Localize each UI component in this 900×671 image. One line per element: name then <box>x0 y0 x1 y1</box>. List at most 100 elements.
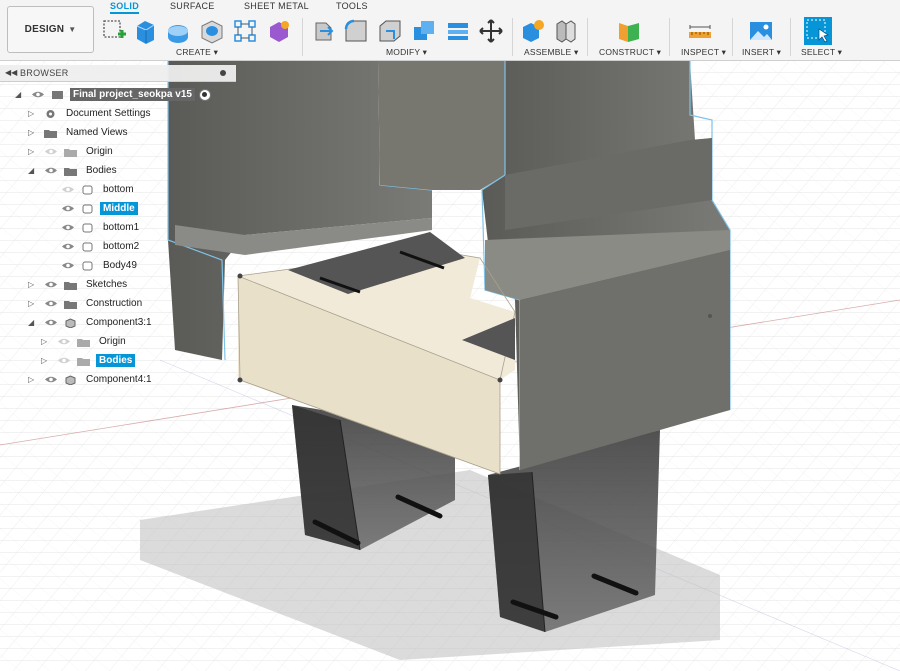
browser-item-label: Construction <box>86 298 143 309</box>
collapse-icon[interactable]: ◀◀ <box>5 68 17 77</box>
expander-icon[interactable]: ▷ <box>28 147 38 156</box>
browser-item[interactable]: bottom2 <box>45 237 142 256</box>
expander-icon[interactable]: ▷ <box>41 356 51 365</box>
tab-solid[interactable]: SOLID <box>110 0 140 14</box>
eye-icon[interactable] <box>57 356 71 365</box>
eye-icon[interactable] <box>44 318 58 327</box>
browser-item[interactable]: ◢ Component3:1 <box>28 313 155 332</box>
back-wall-middle[interactable] <box>378 61 505 190</box>
expander-icon[interactable]: ◢ <box>28 166 38 175</box>
eye-icon[interactable] <box>44 375 58 384</box>
pattern-icon[interactable] <box>232 18 258 44</box>
eye-icon[interactable] <box>61 204 75 213</box>
eye-icon[interactable] <box>61 185 75 194</box>
browser-item[interactable]: bottom1 <box>45 218 142 237</box>
inspect-menu[interactable]: INSPECT ▾ <box>681 47 726 58</box>
eye-icon[interactable] <box>44 147 58 156</box>
workspace-label: DESIGN <box>24 24 65 35</box>
body-icon <box>82 223 93 232</box>
browser-item[interactable]: ▷ Named Views <box>28 123 131 142</box>
browser-item[interactable]: ◢ Bodies <box>28 161 120 180</box>
hole-icon[interactable] <box>199 18 225 44</box>
joint-icon[interactable] <box>553 18 579 44</box>
browser-root[interactable]: ◢ Final project_seokpa v15 <box>15 85 211 104</box>
toolbar-divider <box>669 18 670 56</box>
tab-sheet-metal[interactable]: SHEET METAL <box>244 0 309 14</box>
chamfer-icon[interactable] <box>377 18 403 44</box>
eye-icon[interactable] <box>61 242 75 251</box>
press-pull-icon[interactable] <box>311 18 337 44</box>
insert-label: INSERT <box>742 47 775 57</box>
select-icon[interactable] <box>804 17 832 45</box>
new-sketch-icon[interactable] <box>101 18 127 44</box>
expander-icon[interactable]: ▷ <box>41 337 51 346</box>
expander-icon[interactable]: ◢ <box>28 318 38 327</box>
browser-item-label: Component4:1 <box>86 374 152 385</box>
modify-menu[interactable]: MODIFY ▾ <box>386 47 427 58</box>
browser-item[interactable]: ▷ Origin <box>41 332 129 351</box>
expander-icon[interactable]: ▷ <box>28 299 38 308</box>
browser-item[interactable]: ▷ Origin <box>28 142 116 161</box>
expander-icon[interactable]: ▷ <box>28 375 38 384</box>
construct-label: CONSTRUCT <box>599 47 655 57</box>
body-icon <box>82 242 93 251</box>
expander-open-icon[interactable]: ◢ <box>15 90 25 99</box>
eye-icon[interactable] <box>44 299 58 308</box>
folder-icon <box>64 281 77 290</box>
extrude-icon[interactable] <box>133 18 159 44</box>
construct-menu[interactable]: CONSTRUCT ▾ <box>599 47 661 58</box>
browser-item-label: Body49 <box>103 260 137 271</box>
browser-item[interactable]: ▷ Bodies <box>41 351 136 370</box>
browser-panel: ◀◀ BROWSER ◢ Final project_seokpa v15 ▷ D… <box>0 65 236 387</box>
eye-icon[interactable] <box>61 223 75 232</box>
browser-item-label: Sketches <box>86 279 128 290</box>
offset-plane-icon[interactable] <box>616 18 642 44</box>
new-component-icon[interactable] <box>520 18 546 44</box>
workspace-switcher[interactable]: DESIGN ▼ <box>7 6 94 53</box>
create-menu[interactable]: CREATE ▾ <box>176 47 218 58</box>
browser-item[interactable]: Middle <box>45 199 138 218</box>
create-label: CREATE <box>176 47 212 57</box>
right-column[interactable] <box>481 61 731 470</box>
toolbar-divider <box>587 18 588 56</box>
measure-icon[interactable] <box>687 18 713 44</box>
browser-header: ◀◀ BROWSER <box>0 65 236 82</box>
browser-item[interactable]: ▷ Document Settings <box>28 104 154 123</box>
revolve-icon[interactable] <box>165 18 191 44</box>
folder-icon <box>77 338 90 347</box>
eye-icon[interactable] <box>57 337 71 346</box>
select-menu[interactable]: SELECT ▾ <box>801 47 842 58</box>
activate-radio-icon[interactable] <box>198 88 211 101</box>
component-icon <box>65 374 76 385</box>
browser-item[interactable]: ▷ Construction <box>28 294 145 313</box>
insert-image-icon[interactable] <box>748 18 774 44</box>
expander-icon[interactable]: ▷ <box>28 280 38 289</box>
eye-icon[interactable] <box>44 280 58 289</box>
body-icon <box>82 204 93 213</box>
browser-item-label: Bodies <box>86 165 117 176</box>
browser-item[interactable]: Body49 <box>45 256 140 275</box>
combine-icon[interactable] <box>445 18 471 44</box>
pin-icon[interactable] <box>220 70 226 76</box>
fillet-icon[interactable] <box>343 18 369 44</box>
eye-icon[interactable] <box>44 166 58 175</box>
shell-icon[interactable] <box>411 18 437 44</box>
eye-icon[interactable] <box>61 261 75 270</box>
tab-tools[interactable]: TOOLS <box>336 0 368 14</box>
browser-item[interactable]: ▷ Sketches <box>28 275 130 294</box>
insert-menu[interactable]: INSERT ▾ <box>742 47 781 58</box>
folder-icon <box>77 357 90 366</box>
tab-surface[interactable]: SURFACE <box>170 0 215 14</box>
create-form-icon[interactable] <box>266 18 292 44</box>
browser-item[interactable]: bottom <box>45 180 137 199</box>
browser-item-label: Origin <box>99 336 126 347</box>
browser-title: BROWSER <box>20 68 69 78</box>
browser-item-label: Origin <box>86 146 113 157</box>
assemble-menu[interactable]: ASSEMBLE ▾ <box>524 47 578 58</box>
expander-icon[interactable]: ▷ <box>28 109 38 118</box>
expander-icon[interactable]: ▷ <box>28 128 38 137</box>
move-copy-icon[interactable] <box>478 18 504 44</box>
folder-icon <box>64 300 77 309</box>
browser-item[interactable]: ▷ Component4:1 <box>28 370 155 389</box>
eye-icon[interactable] <box>31 90 45 99</box>
